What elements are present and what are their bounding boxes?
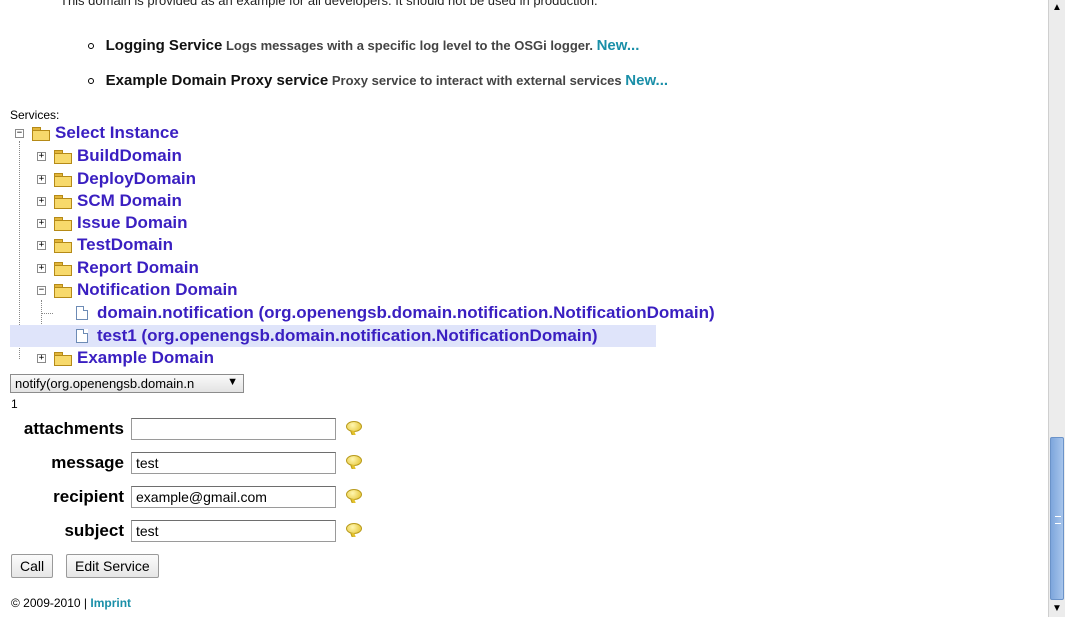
method-select-value: notify(org.openengsb.domain.n	[15, 376, 195, 391]
service-description: Proxy service to interact with external …	[331, 73, 622, 88]
help-bubble-icon[interactable]	[346, 523, 362, 534]
help-bubble-icon[interactable]	[346, 489, 362, 500]
attachments-input[interactable]	[131, 418, 336, 440]
folder-icon	[54, 217, 72, 231]
folder-icon	[54, 150, 72, 164]
folder-open-icon	[32, 127, 50, 141]
call-button[interactable]: Call	[11, 554, 54, 578]
param-label-message: message	[51, 453, 124, 472]
folder-icon	[54, 262, 72, 276]
expand-icon[interactable]: +	[37, 152, 46, 161]
folder-icon	[54, 195, 72, 209]
tree-item-notification-domain[interactable]: − Notification Domain	[10, 279, 510, 301]
tree-root[interactable]: − Select Instance	[10, 122, 510, 144]
domain-description: This domain is provided as an example fo…	[60, 0, 598, 8]
expand-icon[interactable]: +	[37, 264, 46, 273]
list-item: Example Domain Proxy service Proxy servi…	[88, 72, 668, 89]
expand-icon[interactable]: +	[37, 197, 46, 206]
scrollbar-thumb[interactable]	[1050, 437, 1064, 600]
tree-item-test-domain[interactable]: + TestDomain	[10, 234, 510, 256]
new-logging-service-link[interactable]: New...	[597, 37, 640, 54]
tree-item-label[interactable]: Report Domain	[77, 257, 199, 279]
vertical-scrollbar[interactable]: ▲ ▼	[1048, 0, 1065, 617]
tree-leaf-test1[interactable]: test1 (org.openengsb.domain.notification…	[10, 325, 656, 347]
new-proxy-service-link[interactable]: New...	[625, 72, 668, 89]
param-label-recipient: recipient	[53, 487, 124, 506]
tree-item-label[interactable]: SCM Domain	[77, 190, 182, 212]
tree-item-label[interactable]: DeployDomain	[77, 168, 196, 190]
tree-item-build-domain[interactable]: + BuildDomain	[10, 145, 510, 167]
imprint-link[interactable]: Imprint	[90, 596, 131, 610]
service-description: Logs messages with a specific log level …	[225, 38, 593, 53]
list-item: Logging Service Logs messages with a spe…	[88, 37, 639, 54]
tree-leaf-domain-notification[interactable]: domain.notification (org.openengsb.domai…	[10, 302, 790, 324]
bullet-icon	[88, 42, 94, 49]
service-name: Example Domain Proxy service	[105, 72, 329, 89]
collapse-icon[interactable]: −	[15, 129, 24, 138]
tree-leaf-label[interactable]: test1 (org.openengsb.domain.notification…	[97, 325, 598, 347]
param-label-subject: subject	[64, 521, 124, 540]
copyright-text: © 2009-2010 |	[11, 596, 88, 610]
param-count: 1	[11, 397, 18, 411]
footer: © 2009-2010 | Imprint	[11, 596, 131, 610]
folder-open-icon	[54, 284, 72, 298]
edit-service-button[interactable]: Edit Service	[66, 554, 159, 578]
tree-item-issue-domain[interactable]: + Issue Domain	[10, 212, 510, 234]
tree-item-label[interactable]: Notification Domain	[77, 279, 238, 301]
tree-item-report-domain[interactable]: + Report Domain	[10, 257, 510, 279]
tree-leaf-label[interactable]: domain.notification (org.openengsb.domai…	[97, 302, 715, 324]
collapse-icon[interactable]: −	[37, 286, 46, 295]
method-select[interactable]: notify(org.openengsb.domain.n ▼	[10, 374, 244, 393]
tree-item-label[interactable]: TestDomain	[77, 234, 173, 256]
tree-root-label[interactable]: Select Instance	[55, 122, 179, 144]
tree-item-label[interactable]: BuildDomain	[77, 145, 182, 167]
tree-item-label[interactable]: Example Domain	[77, 347, 214, 369]
tree-item-label[interactable]: Issue Domain	[77, 212, 188, 234]
subject-input[interactable]	[131, 520, 336, 542]
grip-icon	[1055, 516, 1061, 524]
scroll-up-arrow-icon[interactable]: ▲	[1049, 0, 1065, 16]
help-bubble-icon[interactable]	[346, 421, 362, 432]
tree-item-example-domain[interactable]: + Example Domain	[10, 347, 510, 369]
expand-icon[interactable]: +	[37, 175, 46, 184]
expand-icon[interactable]: +	[37, 219, 46, 228]
tree-item-deploy-domain[interactable]: + DeployDomain	[10, 168, 510, 190]
expand-icon[interactable]: +	[37, 241, 46, 250]
expand-icon[interactable]: +	[37, 354, 46, 363]
folder-icon	[54, 173, 72, 187]
document-icon	[76, 329, 88, 343]
page-content: This domain is provided as an example fo…	[0, 0, 1048, 617]
services-label: Services:	[10, 108, 60, 122]
document-icon	[76, 306, 88, 320]
param-label-attachments: attachments	[23, 419, 124, 438]
scroll-down-arrow-icon[interactable]: ▼	[1049, 601, 1065, 617]
tree-item-scm-domain[interactable]: + SCM Domain	[10, 190, 510, 212]
help-bubble-icon[interactable]	[346, 455, 362, 466]
folder-icon	[54, 239, 72, 253]
folder-icon	[54, 352, 72, 366]
bullet-icon	[88, 77, 94, 84]
recipient-input[interactable]	[131, 486, 336, 508]
dropdown-arrow-icon: ▼	[227, 376, 238, 388]
service-name: Logging Service	[105, 37, 223, 54]
message-input[interactable]	[131, 452, 336, 474]
